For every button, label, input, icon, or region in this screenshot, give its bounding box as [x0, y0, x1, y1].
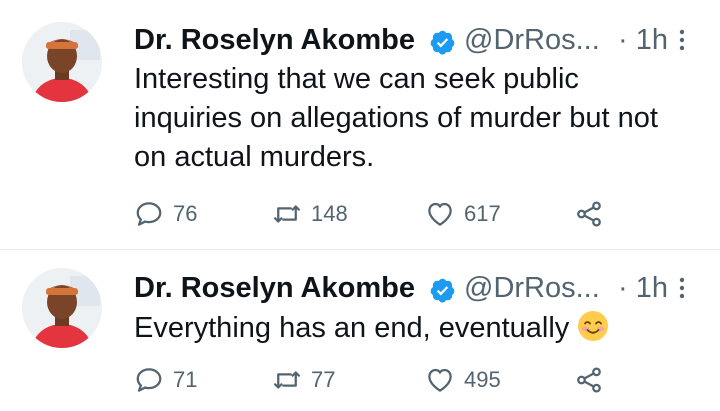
reply-count: 71	[173, 367, 198, 392]
avatar[interactable]	[22, 268, 102, 348]
like-count: 617	[464, 201, 501, 226]
share-button[interactable]	[574, 364, 604, 396]
author-name[interactable]: Dr. Roselyn Akombe	[134, 272, 415, 304]
smiling-face-emoji-icon	[578, 311, 609, 342]
tweet-text: Interesting that we can seek public inqu…	[134, 63, 658, 173]
share-icon	[577, 367, 601, 393]
more-options-icon[interactable]	[678, 28, 686, 52]
tweet-timestamp[interactable]: · 1h	[618, 24, 668, 56]
reply-button[interactable]: 71	[134, 364, 197, 396]
tweet-header: Dr. Roselyn Akombe @DrRos... · 1h	[134, 270, 704, 306]
tweet-text-container: Everything has an end, eventually	[134, 309, 694, 348]
retweet-icon	[274, 371, 300, 389]
tweet-header: Dr. Roselyn Akombe @DrRos... · 1h	[134, 22, 704, 58]
share-icon	[577, 201, 601, 227]
heart-icon	[428, 202, 452, 226]
reply-icon	[136, 202, 162, 226]
retweet-button[interactable]: 77	[272, 364, 335, 396]
tweet[interactable]: Dr. Roselyn Akombe @DrRos... · 1h Intere…	[0, 0, 720, 249]
profile-photo	[22, 22, 102, 102]
more-options-icon[interactable]	[678, 276, 686, 300]
retweet-icon	[274, 205, 300, 223]
like-button[interactable]: 617	[425, 198, 501, 230]
profile-photo	[22, 268, 102, 348]
tweet-actions: 76 148 617	[134, 198, 614, 230]
retweet-count: 148	[311, 201, 348, 226]
author-name[interactable]: Dr. Roselyn Akombe	[134, 24, 415, 56]
tweet-timestamp[interactable]: · 1h	[618, 272, 668, 304]
reply-icon	[136, 368, 162, 392]
reply-count: 76	[173, 201, 198, 226]
share-button[interactable]	[574, 198, 604, 230]
heart-icon	[428, 368, 452, 392]
reply-button[interactable]: 76	[134, 198, 197, 230]
author-handle[interactable]: @DrRos...	[464, 272, 600, 304]
verified-badge-icon	[430, 30, 455, 55]
avatar[interactable]	[22, 22, 102, 102]
retweet-count: 77	[311, 367, 336, 392]
author-handle[interactable]: @DrRos...	[464, 24, 600, 56]
like-count: 495	[464, 367, 501, 392]
like-button[interactable]: 495	[425, 364, 501, 396]
tweet-actions: 71 77 495	[134, 364, 614, 396]
retweet-button[interactable]: 148	[272, 198, 348, 230]
verified-badge-icon	[430, 278, 455, 303]
tweet-text: Everything has an end, eventually	[134, 312, 570, 344]
